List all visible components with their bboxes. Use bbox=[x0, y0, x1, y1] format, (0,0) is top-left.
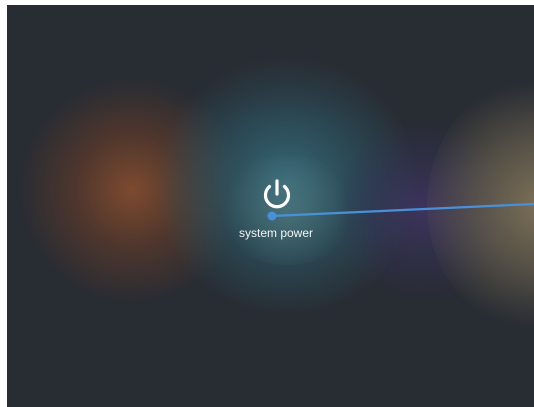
background-glow-purple bbox=[337, 115, 507, 305]
background-glow-tan bbox=[427, 75, 534, 335]
screen: system power bbox=[7, 5, 534, 407]
system-power-label: system power bbox=[238, 226, 314, 240]
power-icon bbox=[263, 179, 291, 209]
system-power-button[interactable]: system power bbox=[229, 177, 323, 243]
background-glow-orange bbox=[17, 75, 247, 305]
